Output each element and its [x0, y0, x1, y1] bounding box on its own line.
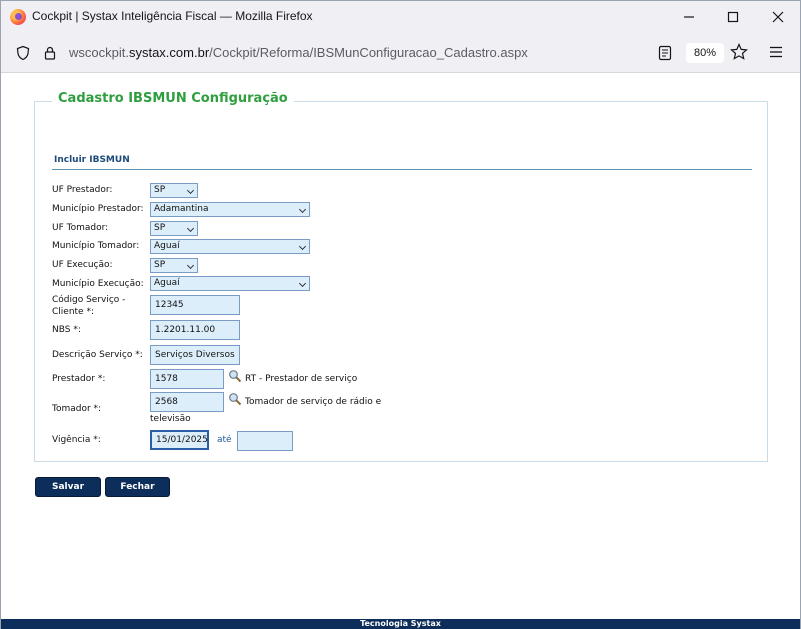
section-divider	[52, 169, 752, 170]
window-title: Cockpit | Systax Inteligência Fiscal — M…	[32, 9, 313, 23]
minimize-button[interactable]	[675, 5, 703, 29]
uf-execucao-label: UF Execução:	[52, 260, 113, 270]
chevron-down-icon	[298, 205, 307, 214]
descricao-servico-label: Descrição Serviço *:	[52, 350, 143, 360]
prestador-input[interactable]: 1578	[150, 369, 224, 389]
form-fieldset: Cadastro IBSMUN Configuração Incluir IBS…	[34, 91, 768, 462]
vigencia-start-input[interactable]: 15/01/2025	[150, 430, 209, 450]
tomador-description-line1: Tomador de serviço de rádio e	[245, 397, 382, 407]
chevron-down-icon	[186, 261, 195, 270]
maximize-icon	[727, 11, 739, 23]
hamburger-menu-icon[interactable]	[769, 45, 783, 59]
municipio-prestador-select[interactable]: Adamantina	[150, 202, 310, 217]
chevron-down-icon	[298, 279, 307, 288]
municipio-tomador-label: Município Tomador:	[52, 241, 140, 251]
municipio-execucao-label: Município Execução:	[52, 279, 144, 289]
form-legend: Cadastro IBSMUN Configuração	[52, 91, 294, 106]
uf-execucao-select[interactable]: SP	[150, 258, 198, 273]
chevron-down-icon	[186, 186, 195, 195]
close-button[interactable]: Fechar	[105, 477, 170, 497]
uf-prestador-select[interactable]: SP	[150, 183, 198, 198]
url-text[interactable]: wscockpit.systax.com.br/Cockpit/Reforma/…	[69, 45, 528, 60]
bookmark-star-icon[interactable]	[730, 43, 748, 61]
uf-tomador-select[interactable]: SP	[150, 221, 198, 236]
navigation-bar: wscockpit.systax.com.br/Cockpit/Reforma/…	[1, 33, 800, 73]
firefox-logo-icon	[10, 9, 26, 25]
uf-tomador-label: UF Tomador:	[52, 223, 109, 233]
chevron-down-icon	[298, 242, 307, 251]
page-content: Cadastro IBSMUN Configuração Incluir IBS…	[1, 74, 800, 629]
tomador-input[interactable]: 2568	[150, 392, 224, 412]
zoom-level-badge[interactable]: 80%	[686, 43, 724, 63]
url-bar[interactable]: wscockpit.systax.com.br/Cockpit/Reforma/…	[7, 37, 724, 69]
title-bar: Cockpit | Systax Inteligência Fiscal — M…	[1, 1, 800, 33]
chevron-down-icon	[186, 224, 195, 233]
lock-icon[interactable]	[42, 45, 58, 61]
tomador-label: Tomador *:	[52, 404, 102, 414]
descricao-servico-input[interactable]: Serviços Diversos	[150, 345, 240, 365]
tomador-description-line2: televisão	[150, 414, 191, 424]
tracking-shield-icon[interactable]	[15, 45, 31, 61]
nbs-input[interactable]: 1.2201.11.00	[150, 320, 240, 340]
municipio-prestador-label: Município Prestador:	[52, 204, 144, 214]
vigencia-end-input[interactable]	[237, 431, 293, 451]
codigo-servico-label-line2: Cliente *:	[52, 307, 94, 317]
prestador-label: Prestador *:	[52, 374, 106, 384]
nbs-label: NBS *:	[52, 325, 81, 335]
footer-bar: Tecnologia Systax	[1, 619, 800, 629]
close-window-button[interactable]	[764, 5, 792, 29]
tomador-search-icon[interactable]	[228, 392, 242, 406]
prestador-description: RT - Prestador de serviço	[245, 374, 358, 384]
prestador-search-icon[interactable]	[228, 369, 242, 383]
close-icon	[772, 11, 784, 23]
ate-label: até	[217, 435, 232, 445]
browser-window: Cockpit | Systax Inteligência Fiscal — M…	[0, 0, 801, 629]
save-button[interactable]: Salvar	[35, 477, 101, 497]
vigencia-label: Vigência *:	[52, 435, 101, 445]
section-title: Incluir IBSMUN	[54, 155, 130, 165]
maximize-button[interactable]	[719, 5, 747, 29]
municipio-execucao-select[interactable]: Aguaí	[150, 276, 310, 291]
uf-prestador-label: UF Prestador:	[52, 185, 113, 195]
minimize-icon	[684, 16, 694, 18]
codigo-servico-input[interactable]: 12345	[150, 295, 240, 315]
reader-view-icon[interactable]	[658, 45, 672, 61]
codigo-servico-label-line1: Código Serviço -	[52, 295, 126, 305]
municipio-tomador-select[interactable]: Aguaí	[150, 239, 310, 254]
